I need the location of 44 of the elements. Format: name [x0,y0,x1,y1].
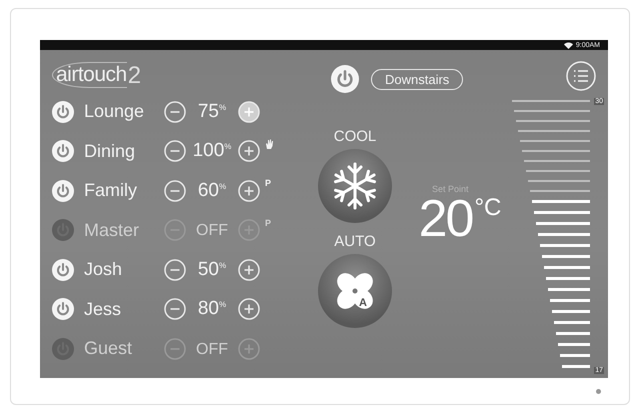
power-button[interactable] [52,258,74,281]
hand-icon [265,138,274,150]
power-button[interactable] [52,140,74,162]
percent-unit: % [224,142,232,152]
percent-unit: % [219,102,226,112]
zone-name: Josh [84,259,124,280]
zone-name: Guest [84,338,134,360]
indicator-light [596,389,601,394]
mode-label: AUTO [334,233,376,250]
zone-value: OFF [196,222,228,240]
zone-value: OFF [196,340,228,359]
wifi-icon [564,42,573,48]
zone-name: Lounge [84,101,146,122]
fan-icon [337,273,373,309]
temperature-unit: °C [474,194,502,222]
percent-unit: % [219,182,226,191]
power-button[interactable] [52,100,74,123]
fan-button[interactable]: A [318,254,392,328]
power-button[interactable] [52,180,74,202]
group-button[interactable]: Downstairs [371,68,464,90]
percent-unit: % [219,260,226,270]
power-button[interactable] [52,219,74,242]
menu-icon[interactable] [566,61,596,91]
zone-value: 100 [192,140,224,162]
system-power-button[interactable] [331,65,359,93]
fan-mode-letter: A [359,297,367,309]
zone-value: 80 [198,298,219,320]
zone-value: 75 [198,100,219,123]
snowflake-button[interactable] [318,149,392,223]
zone-mode-letter: P [265,218,272,228]
percent-unit: % [219,300,226,310]
logo-text: airtouch [52,62,127,88]
power-button[interactable] [52,298,74,320]
zone-value: 50 [198,258,219,281]
zone-name: Jess [84,298,122,320]
setpoint-value: 20 [418,194,472,244]
zone-name: Master [84,220,140,241]
mode-label: COOL [334,128,376,145]
zone-name: Dining [84,140,136,162]
zone-value: 60 [198,180,219,202]
logo-mark: 2 [128,62,142,90]
power-button[interactable] [52,338,74,360]
zone-mode-letter: P [265,178,272,188]
zone-name: Family [84,180,138,202]
